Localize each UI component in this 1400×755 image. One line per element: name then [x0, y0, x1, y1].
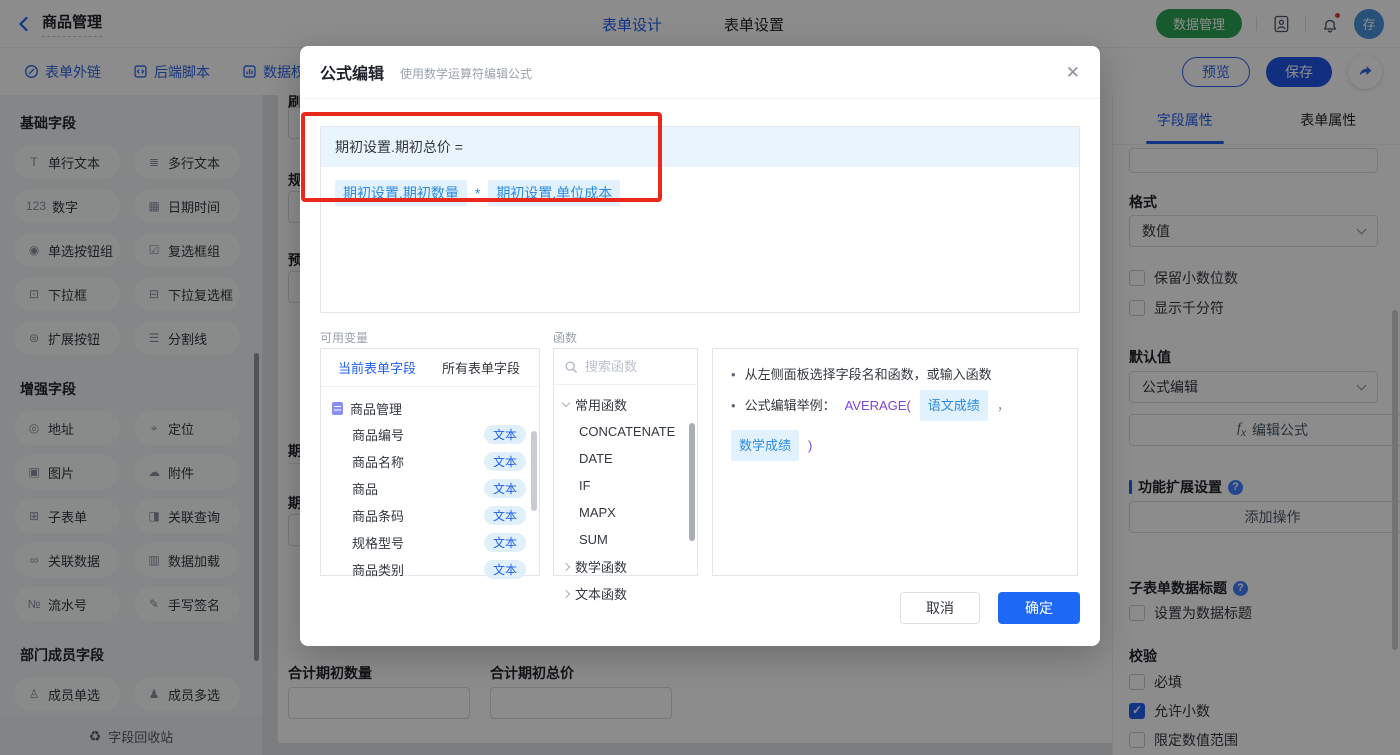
bullet: • — [731, 367, 736, 382]
modal-subtitle: 使用数学运算符编辑公式 — [400, 66, 533, 81]
form-doc-icon — [332, 401, 343, 415]
formula-target: 期初设置.期初总价 = — [321, 127, 1079, 167]
variables-tree: 商品管理 商品编号 文本 商品名称 文本 商品 文本 商品条码 文本 规格型号 … — [321, 387, 539, 583]
variable-name: 商品 — [352, 482, 379, 497]
variable-name: 商品类别 — [352, 563, 405, 578]
functions-scrollbar[interactable] — [689, 423, 695, 541]
formula-editor-area[interactable]: 期初设置.期初总价 = 期初设置.期初数量 * 期初设置.单位成本 — [320, 126, 1080, 313]
functions-label: 函数 — [553, 331, 578, 345]
function-group[interactable]: 数学函数 — [554, 553, 697, 580]
example-arg-tag: 语文成绩 — [919, 390, 988, 421]
modal-header: 公式编辑 使用数学运算符编辑公式 ✕ — [300, 46, 1100, 99]
formula-operand-tag[interactable]: 期初设置.单位成本 — [488, 180, 621, 206]
function-group-common[interactable]: 常用函数 — [554, 391, 697, 418]
hints-panel: • 从左侧面板选择字段名和函数，或输入函数 • 公式编辑举例： AVERAGE(… — [712, 348, 1078, 576]
cancel-button[interactable]: 取消 — [900, 592, 980, 624]
variables-root-node[interactable]: 商品管理 — [321, 395, 539, 421]
functions-panel: 常用函数 CONCATENATE DATE IF MAPX SUM — [553, 348, 698, 602]
formula-operand-tag[interactable]: 期初设置.期初数量 — [335, 180, 467, 206]
field-type-badge: 文本 — [483, 560, 526, 579]
variables-list: 商品编号 文本 商品名称 文本 商品 文本 商品条码 文本 规格型号 文本 商品… — [321, 421, 539, 583]
modal-title: 公式编辑 — [320, 66, 385, 83]
function-search[interactable] — [554, 349, 697, 385]
variable-name: 商品编号 — [352, 428, 405, 443]
formula-editor-modal: 公式编辑 使用数学运算符编辑公式 ✕ 期初设置.期初总价 = 期初设置.期初数量… — [300, 46, 1100, 646]
functions-tree: 常用函数 CONCATENATE DATE IF MAPX SUM 数学函数 文… — [554, 385, 697, 607]
field-type-badge: 文本 — [483, 425, 526, 444]
hint-line-2: • 公式编辑举例： AVERAGE( 语文成绩 ， 数学成绩 ) — [731, 390, 1059, 461]
formula-operator: * — [474, 185, 481, 201]
hint-line-1: • 从左侧面板选择字段名和函数，或输入函数 — [731, 362, 1059, 387]
variable-item[interactable]: 商品编号 文本 — [321, 421, 539, 448]
function-item[interactable]: IF — [554, 472, 697, 499]
variable-name: 规格型号 — [352, 536, 405, 551]
variable-item[interactable]: 商品类别 文本 — [321, 556, 539, 583]
variable-item[interactable]: 规格型号 文本 — [321, 529, 539, 556]
function-item[interactable]: SUM — [554, 526, 697, 553]
variables-label: 可用变量 — [320, 331, 369, 345]
variable-name: 商品条码 — [352, 509, 405, 524]
tab-current-form-fields[interactable]: 当前表单字段 — [321, 358, 428, 377]
variables-scrollbar[interactable] — [531, 431, 537, 511]
formula-expression[interactable]: 期初设置.期初数量 * 期初设置.单位成本 — [321, 167, 1079, 219]
function-item[interactable]: CONCATENATE — [554, 418, 697, 445]
modal-footer: 取消 确定 — [900, 592, 1080, 624]
example-function-close: ) — [808, 438, 813, 453]
example-comma: ， — [996, 398, 1010, 413]
chevron-right-icon — [561, 589, 571, 598]
confirm-button[interactable]: 确定 — [998, 592, 1080, 624]
example-function-open: AVERAGE( — [844, 398, 911, 413]
variable-item[interactable]: 商品名称 文本 — [321, 448, 539, 475]
variables-panel: 当前表单字段 所有表单字段 商品管理 商品编号 文本 商品名称 文本 商品 文本… — [320, 348, 540, 579]
function-search-input[interactable] — [585, 359, 675, 374]
function-item[interactable]: DATE — [554, 445, 697, 472]
bullet: • — [731, 398, 736, 413]
function-item[interactable]: MAPX — [554, 499, 697, 526]
search-icon — [565, 360, 577, 373]
field-type-badge: 文本 — [483, 452, 526, 471]
app-screen: 商品管理 表单设计 表单设置 数据管理 存 表单外链 后端脚本 数据权 预览 保… — [0, 0, 1400, 755]
tab-all-form-fields[interactable]: 所有表单字段 — [428, 358, 532, 377]
variable-item[interactable]: 商品 文本 — [321, 475, 539, 502]
variable-name: 商品名称 — [352, 455, 405, 470]
example-arg-tag: 数学成绩 — [731, 430, 800, 461]
function-groups-collapsed: 数学函数 文本函数 — [554, 553, 697, 607]
chevron-down-icon — [561, 398, 571, 408]
close-icon[interactable]: ✕ — [1066, 64, 1080, 81]
field-type-badge: 文本 — [483, 506, 526, 525]
function-group[interactable]: 文本函数 — [554, 580, 697, 607]
function-list: CONCATENATE DATE IF MAPX SUM — [554, 418, 697, 553]
field-type-badge: 文本 — [483, 533, 526, 552]
field-type-badge: 文本 — [483, 479, 526, 498]
chevron-right-icon — [561, 562, 571, 571]
variables-tabs: 当前表单字段 所有表单字段 — [321, 349, 539, 387]
variable-item[interactable]: 商品条码 文本 — [321, 502, 539, 529]
